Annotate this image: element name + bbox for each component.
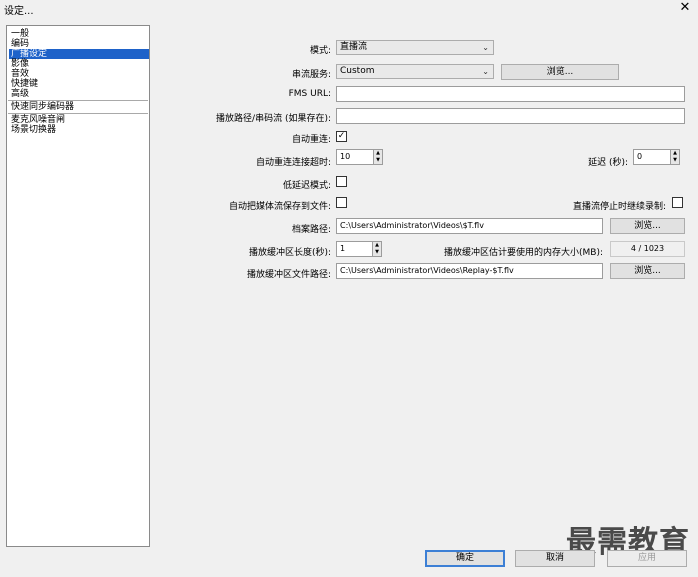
spin-down-icon[interactable]: ▼	[374, 157, 382, 164]
replay-length-spinner[interactable]: ▲ ▼	[372, 241, 382, 257]
ok-button[interactable]: 确定	[425, 550, 505, 567]
delay-label: 延迟 (秒):	[588, 158, 628, 168]
play-path-label: 播放路径/串码流 (如果存在):	[216, 114, 331, 124]
sidebar-item-audio[interactable]: 音效	[9, 69, 149, 79]
reconnect-timeout-label: 自动重连连接超时:	[255, 158, 331, 168]
spin-down-icon[interactable]: ▼	[373, 249, 381, 256]
cancel-button[interactable]: 取消	[515, 550, 595, 567]
sidebar-item-quicksync[interactable]: 快速同步编码器	[9, 102, 149, 112]
service-label: 串流服务:	[291, 70, 331, 80]
spin-up-icon[interactable]: ▲	[373, 242, 381, 249]
title-bar: 设定... ✕	[0, 0, 698, 18]
sidebar-item-video[interactable]: 影像	[9, 59, 149, 69]
apply-button[interactable]: 应用	[607, 550, 687, 567]
fms-url-label: FMS URL:	[288, 89, 331, 99]
replay-path-label: 播放缓冲区文件路径:	[246, 270, 331, 280]
replay-length-label: 播放缓冲区长度(秒):	[248, 248, 331, 258]
file-path-label: 档案路径:	[291, 225, 331, 235]
mode-select[interactable]: 直播流 ⌄	[336, 40, 494, 55]
sidebar-item-noise-gate[interactable]: 麦克风噪音闸	[9, 115, 149, 125]
save-to-file-label: 自动把媒体流保存到文件:	[228, 202, 331, 212]
close-icon[interactable]: ✕	[678, 0, 692, 15]
sidebar-item-advanced[interactable]: 高级	[9, 89, 149, 99]
keep-recording-checkbox[interactable]	[672, 197, 683, 208]
fms-url-input[interactable]	[336, 86, 685, 102]
sidebar-item-encoding[interactable]: 编码	[9, 39, 149, 49]
sidebar-item-scene-switcher[interactable]: 场景切换器	[9, 125, 149, 135]
auto-reconnect-checkbox[interactable]: ✓	[336, 131, 347, 142]
sidebar-item-general[interactable]: 一般	[9, 29, 149, 39]
replay-length-input[interactable]: 1	[336, 241, 373, 257]
service-value: Custom	[340, 66, 375, 76]
sidebar-divider	[8, 113, 148, 114]
delay-spinner[interactable]: ▲ ▼	[670, 149, 680, 165]
mode-value: 直播流	[340, 42, 368, 52]
service-browse-button[interactable]: 浏览...	[501, 64, 619, 80]
file-path-browse-button[interactable]: 浏览...	[610, 218, 685, 234]
sidebar-item-hotkeys[interactable]: 快捷键	[9, 79, 149, 89]
auto-reconnect-label: 自动重连:	[291, 135, 331, 145]
low-latency-label: 低延迟模式:	[282, 181, 331, 191]
sidebar-item-broadcast[interactable]: 广播设定	[9, 49, 149, 59]
play-path-input[interactable]	[336, 108, 685, 124]
mode-label: 模式:	[309, 46, 331, 56]
spin-up-icon[interactable]: ▲	[671, 150, 679, 157]
file-path-input[interactable]: C:\Users\Administrator\Videos\$T.flv	[336, 218, 603, 234]
delay-input[interactable]: 0	[633, 149, 671, 165]
spin-up-icon[interactable]: ▲	[374, 150, 382, 157]
chevron-down-icon: ⌄	[482, 67, 489, 76]
settings-category-list[interactable]: 一般 编码 广播设定 影像 音效 快捷键 高级 快速同步编码器 麦克风噪音闸 场…	[6, 25, 150, 547]
keep-recording-label: 直播流停止时继续录制:	[572, 202, 666, 212]
checkmark-icon: ✓	[337, 131, 346, 141]
reconnect-timeout-input[interactable]: 10	[336, 149, 374, 165]
low-latency-checkbox[interactable]	[336, 176, 347, 187]
reconnect-timeout-spinner[interactable]: ▲ ▼	[373, 149, 383, 165]
window-title: 设定...	[4, 6, 34, 17]
service-select[interactable]: Custom ⌄	[336, 64, 494, 79]
replay-path-browse-button[interactable]: 浏览...	[610, 263, 685, 279]
save-to-file-checkbox[interactable]	[336, 197, 347, 208]
replay-path-input[interactable]: C:\Users\Administrator\Videos\Replay-$T.…	[336, 263, 603, 279]
replay-memory-value: 4 / 1023	[610, 241, 685, 257]
spin-down-icon[interactable]: ▼	[671, 157, 679, 164]
replay-memory-label: 播放缓冲区估计要使用的内存大小(MB):	[444, 248, 603, 258]
chevron-down-icon: ⌄	[482, 43, 489, 52]
sidebar-divider	[8, 100, 148, 101]
